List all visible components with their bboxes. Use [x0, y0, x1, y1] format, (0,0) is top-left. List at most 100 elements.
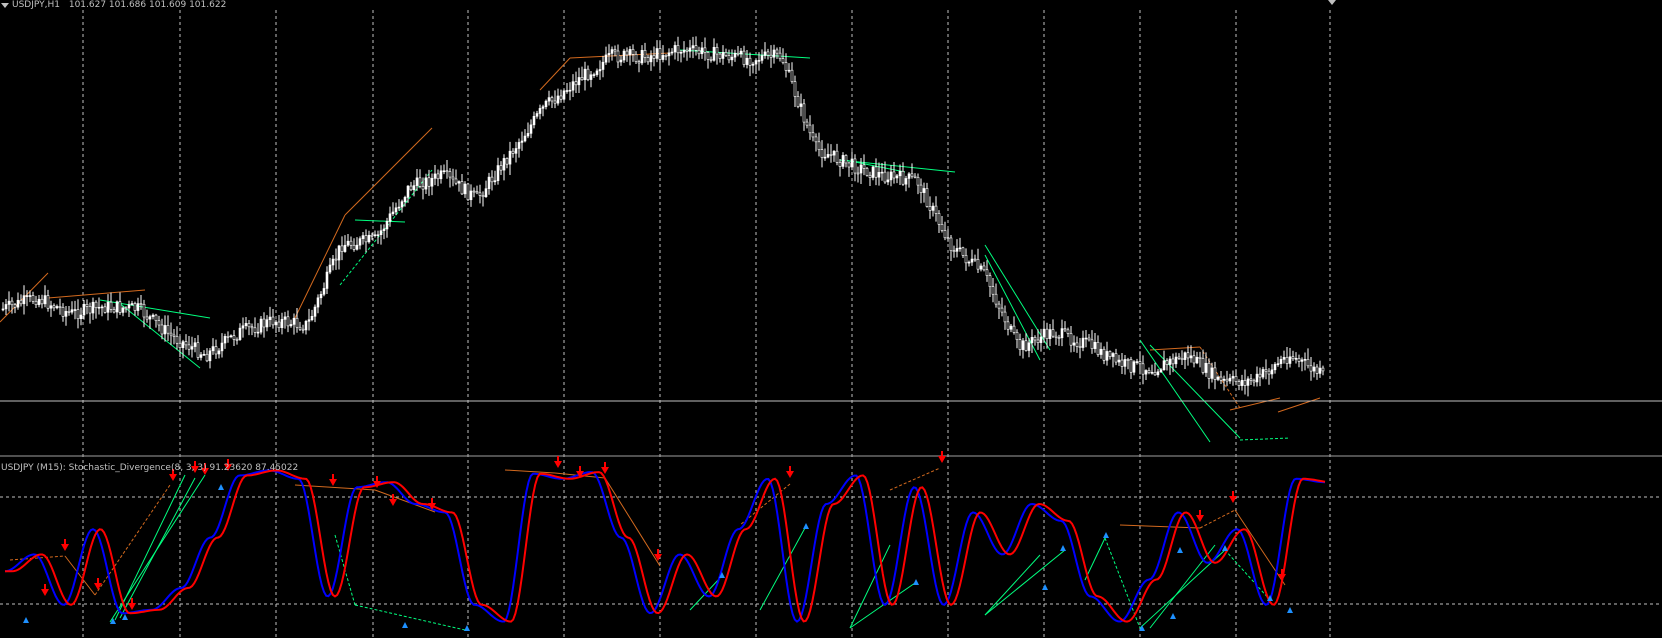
- candle-body: [28, 295, 32, 297]
- candle-body: [151, 314, 155, 317]
- candle-body: [148, 316, 152, 320]
- candle-body: [1303, 359, 1307, 361]
- candle-body: [1219, 376, 1223, 381]
- candle-body: [676, 45, 680, 54]
- candle-body: [340, 245, 344, 252]
- candle-body: [1228, 377, 1232, 382]
- candle-body: [1246, 378, 1250, 386]
- candle-body: [856, 172, 860, 175]
- candle-body: [847, 162, 851, 168]
- arrow-down-icon: [938, 451, 946, 463]
- candle-body: [988, 275, 992, 287]
- candle-body: [1039, 336, 1043, 343]
- candle-body: [1042, 328, 1046, 338]
- divergence-line: [984, 554, 1041, 616]
- candle-body: [271, 316, 275, 326]
- candle-body: [157, 320, 161, 326]
- candle-body: [598, 69, 602, 72]
- candle-body: [634, 54, 638, 62]
- candle-body: [1222, 378, 1226, 381]
- candle-body: [1144, 370, 1148, 375]
- candle-body: [844, 155, 848, 164]
- candle-body: [61, 307, 65, 317]
- candle-body: [448, 171, 452, 178]
- price-candles: [1, 36, 1325, 397]
- candle-body: [1225, 378, 1229, 382]
- candle-body: [985, 269, 989, 276]
- candle-body: [1231, 376, 1235, 379]
- candle-body: [88, 306, 92, 314]
- candle-body: [1153, 372, 1157, 376]
- candle-body: [511, 150, 515, 154]
- candle-body: [925, 188, 929, 207]
- candle-body: [907, 173, 911, 179]
- candle-body: [802, 103, 806, 123]
- candle-body: [859, 164, 863, 174]
- candle-body: [346, 240, 350, 246]
- candle-body: [718, 53, 722, 59]
- candle-body: [967, 261, 971, 264]
- candle-body: [1177, 356, 1181, 359]
- candle-body: [679, 51, 683, 54]
- candle-body: [1141, 363, 1145, 375]
- candle-body: [1018, 339, 1022, 350]
- candle-body: [187, 344, 191, 350]
- candle-body: [724, 52, 728, 56]
- candle-body: [937, 213, 941, 225]
- candle-body: [898, 170, 902, 177]
- candle-body: [922, 188, 926, 193]
- candle-body: [394, 207, 398, 213]
- candle-body: [526, 133, 530, 137]
- candle-body: [412, 185, 416, 191]
- candle-body: [946, 237, 950, 240]
- shift-marker-icon[interactable]: [1328, 0, 1336, 5]
- arrow-up-icon: [1042, 584, 1048, 590]
- candle-body: [502, 158, 506, 171]
- candle-body: [475, 191, 479, 194]
- candle-body: [667, 52, 671, 57]
- candle-body: [301, 328, 305, 331]
- candle-body: [505, 158, 509, 165]
- candle-body: [910, 173, 914, 177]
- candle-body: [838, 162, 842, 167]
- candle-body: [334, 258, 338, 261]
- candle-body: [610, 49, 614, 54]
- candle-body: [1099, 348, 1103, 355]
- candle-body: [1135, 361, 1139, 363]
- arrow-up-icon: [1170, 613, 1176, 619]
- candle-body: [208, 350, 212, 362]
- candle-body: [793, 81, 797, 97]
- candle-body: [112, 309, 116, 313]
- divergence-line: [539, 57, 571, 91]
- candle-body: [205, 353, 209, 362]
- main-chart-info: USDJPY,H1 101.627 101.686 101.609 101.62…: [0, 0, 226, 11]
- arrow-up-icon: [23, 617, 29, 623]
- candle-body: [826, 154, 830, 158]
- candle-body: [196, 342, 200, 358]
- candle-body: [841, 155, 845, 167]
- candle-body: [715, 46, 719, 55]
- chevron-down-icon[interactable]: [1, 3, 9, 8]
- candle-body: [1156, 371, 1160, 376]
- candle-body: [391, 211, 395, 215]
- candle-body: [916, 176, 920, 186]
- candle-body: [700, 47, 704, 55]
- candle-body: [1075, 342, 1079, 347]
- divergence-line: [344, 127, 433, 216]
- candle-body: [829, 154, 833, 156]
- candle-body: [850, 158, 854, 168]
- divergence-line: [354, 604, 466, 631]
- candle-body: [1270, 369, 1274, 375]
- candle-body: [817, 141, 821, 150]
- candle-body: [1090, 339, 1094, 349]
- candle-body: [94, 301, 98, 308]
- candle-body: [1129, 359, 1133, 373]
- candle-body: [25, 295, 29, 297]
- candle-body: [574, 81, 578, 86]
- candle-body: [1057, 337, 1061, 339]
- candle-body: [517, 142, 521, 149]
- chart-canvas[interactable]: [0, 0, 1662, 638]
- candle-body: [1030, 337, 1034, 344]
- arrow-down-icon: [601, 462, 609, 474]
- divergence-line: [849, 582, 916, 629]
